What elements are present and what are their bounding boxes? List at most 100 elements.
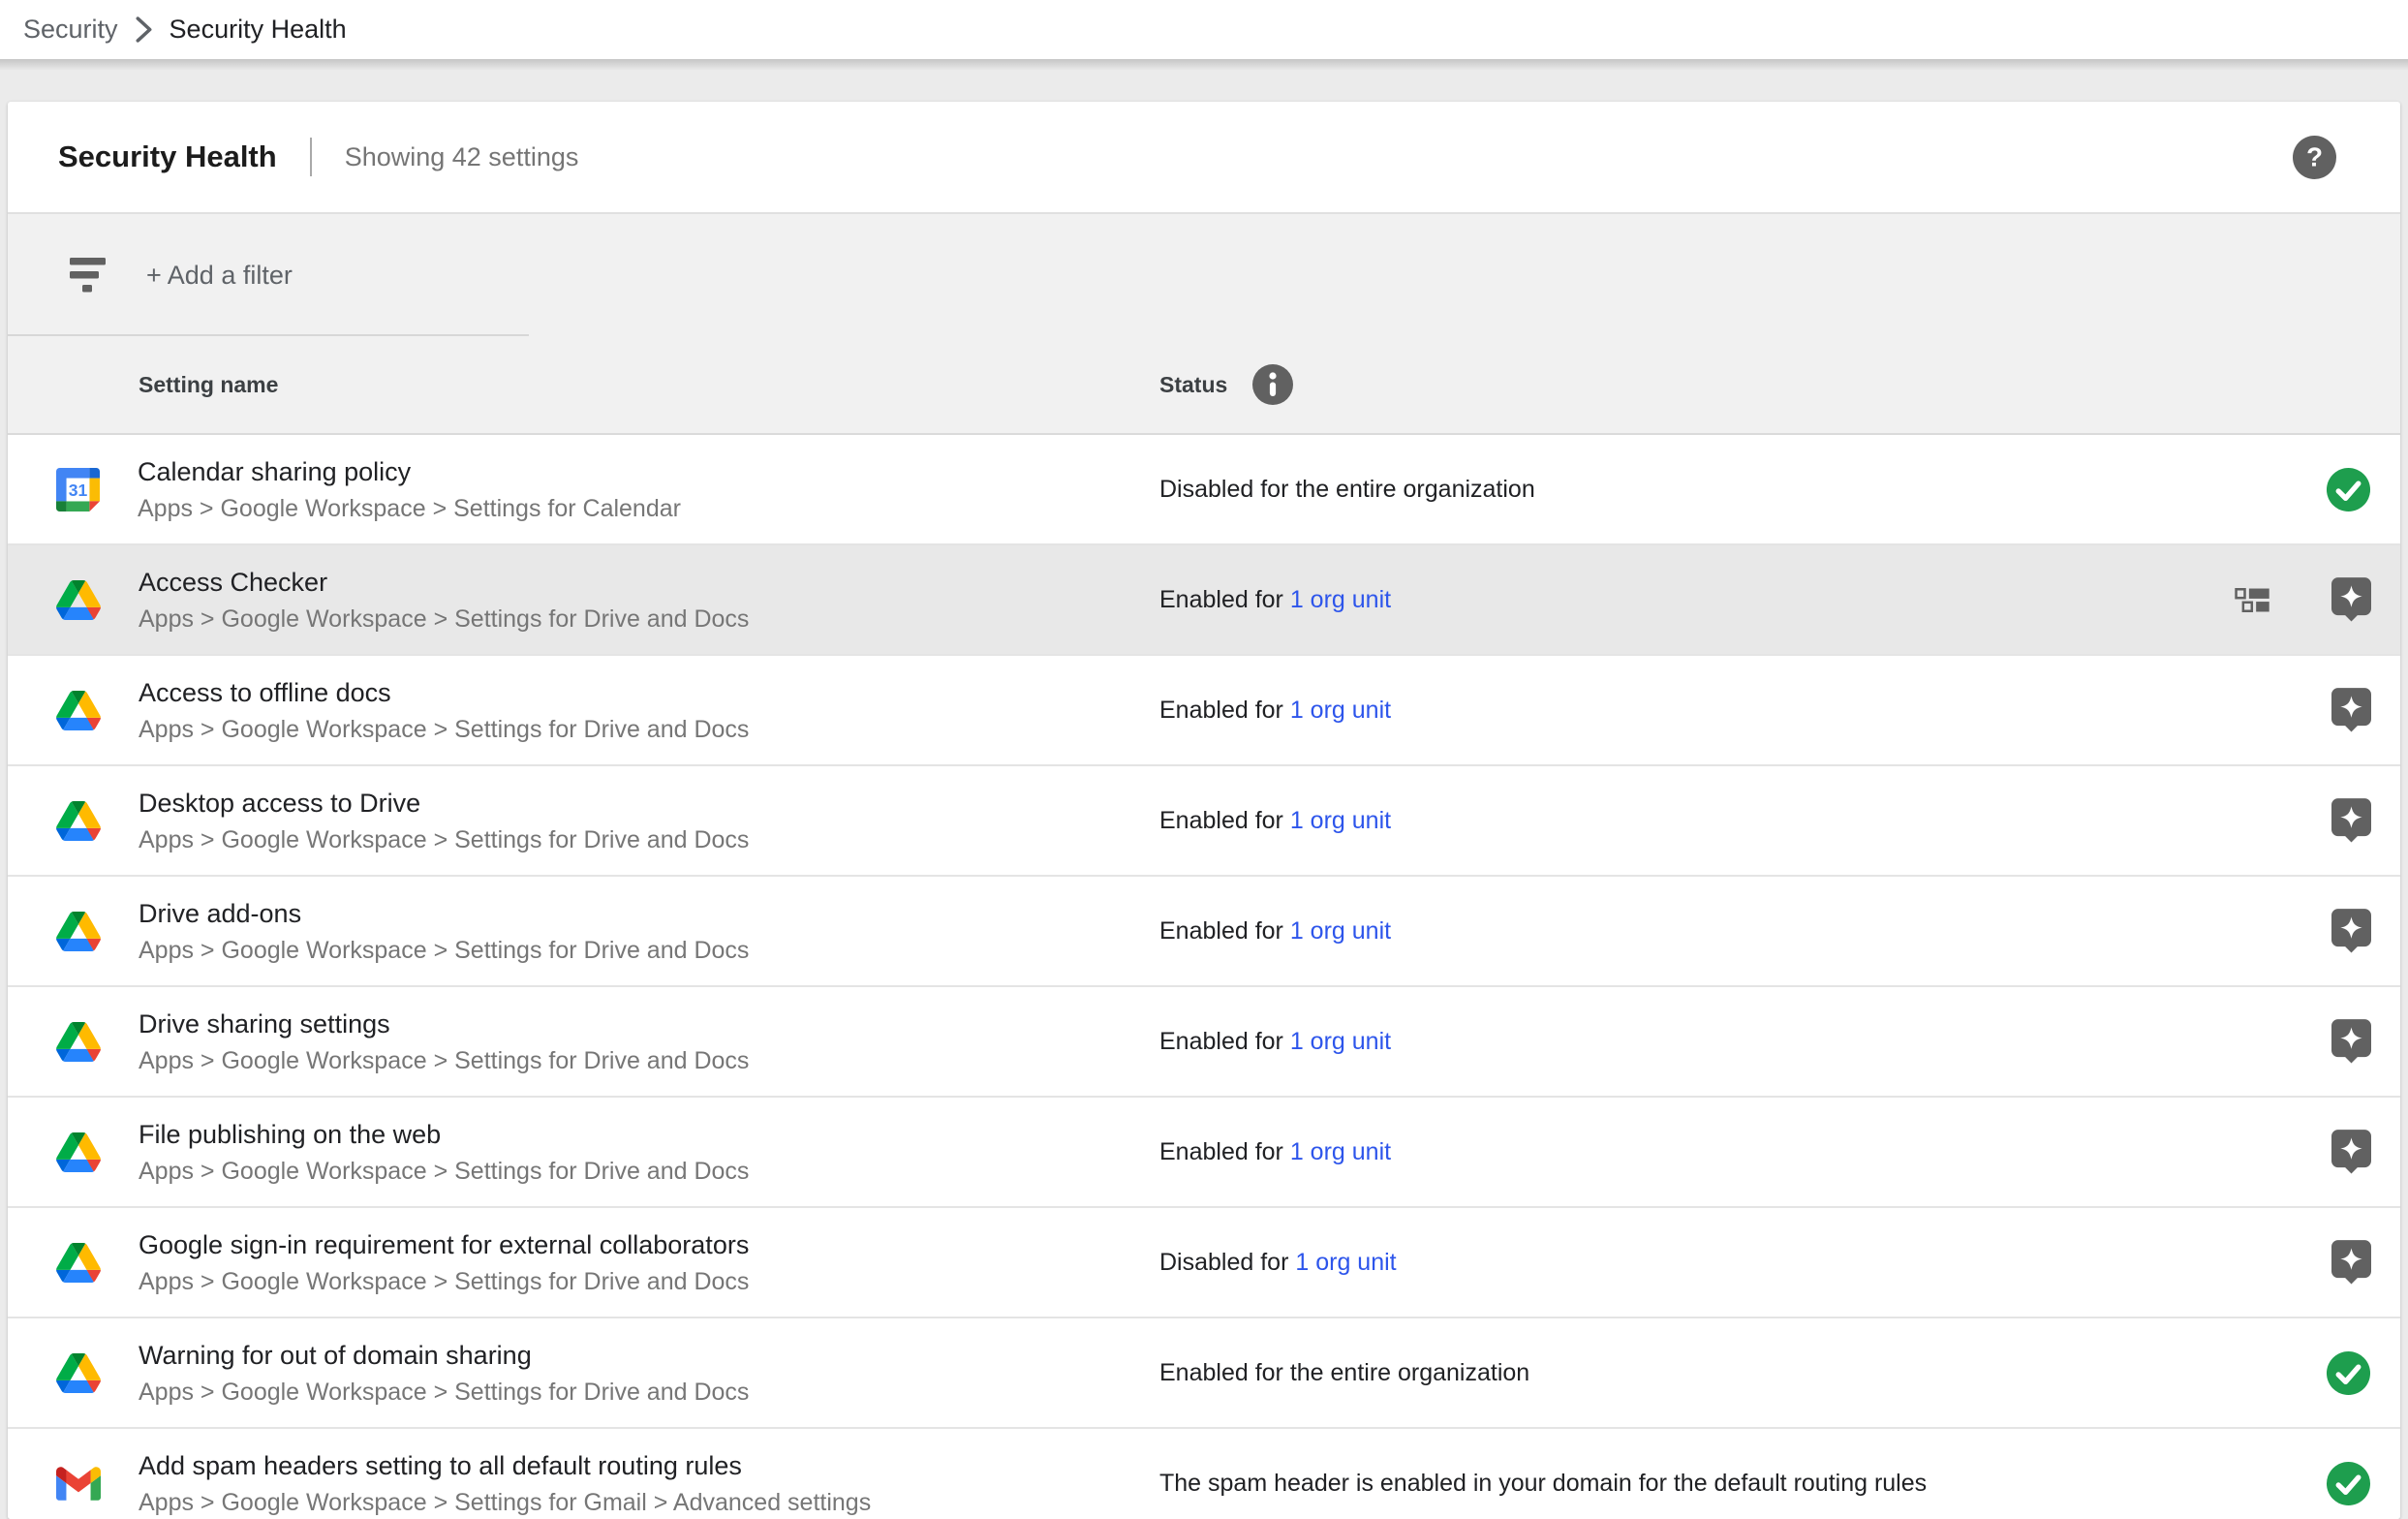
status-ok-icon [2326, 1350, 2371, 1396]
recommendation-badge-icon[interactable] [2331, 1130, 2371, 1175]
org-unit-link[interactable]: 1 org unit [1290, 807, 1391, 834]
setting-name: Add spam headers setting to all default … [139, 1447, 871, 1485]
setting-name: Google sign-in requirement for external … [139, 1226, 749, 1264]
setting-cell: Access Checker Apps > Google Workspace >… [8, 564, 1159, 636]
setting-path: Apps > Google Workspace > Settings for G… [139, 1485, 871, 1519]
setting-cell: File publishing on the web Apps > Google… [8, 1116, 1159, 1189]
google-drive-icon [56, 1243, 101, 1283]
header-divider [310, 138, 312, 176]
table-row[interactable]: Drive add-ons Apps > Google Workspace > … [8, 877, 2400, 987]
settings-list: Calendar sharing policy Apps > Google Wo… [8, 435, 2400, 1519]
status-cell: Disabled for the entire organization [1159, 476, 2148, 504]
status-text: Enabled for [1159, 697, 1290, 724]
row-trailing-icons [2148, 1461, 2371, 1506]
column-setting-name: Setting name [8, 372, 1159, 398]
add-filter-button[interactable]: + Add a filter [146, 261, 293, 291]
status-text: Enabled for [1159, 586, 1290, 613]
status-ok-icon [2326, 1461, 2371, 1506]
setting-cell: Calendar sharing policy Apps > Google Wo… [8, 453, 1159, 526]
recommendation-badge-icon[interactable] [2331, 798, 2371, 844]
gmail-icon [56, 1467, 101, 1501]
setting-cell: Drive add-ons Apps > Google Workspace > … [8, 895, 1159, 968]
setting-path: Apps > Google Workspace > Settings for D… [139, 933, 749, 968]
setting-name: Access to offline docs [139, 674, 749, 712]
recommendation-badge-icon[interactable] [2331, 1019, 2371, 1065]
setting-path: Apps > Google Workspace > Settings for D… [139, 822, 749, 857]
org-unit-link[interactable]: 1 org unit [1295, 1249, 1396, 1276]
status-text: Enabled for [1159, 807, 1290, 834]
table-row[interactable]: Google sign-in requirement for external … [8, 1208, 2400, 1318]
setting-path: Apps > Google Workspace > Settings for D… [139, 1154, 749, 1189]
row-trailing-icons [2148, 577, 2371, 623]
setting-path: Apps > Google Workspace > Settings for D… [139, 1375, 749, 1410]
table-header: Setting name Status [8, 336, 2400, 435]
setting-name: Drive add-ons [139, 895, 749, 933]
breadcrumb-current: Security Health [170, 15, 347, 45]
org-units-icon[interactable] [2235, 588, 2269, 612]
filter-bar: + Add a filter [8, 214, 2400, 336]
status-text: Enabled for [1159, 1138, 1290, 1165]
chevron-right-icon [134, 16, 154, 44]
row-trailing-icons [2148, 1240, 2371, 1286]
status-cell: Enabled for 1 org unit [1159, 697, 2148, 725]
table-row[interactable]: File publishing on the web Apps > Google… [8, 1098, 2400, 1208]
table-row[interactable]: Drive sharing settings Apps > Google Wor… [8, 987, 2400, 1098]
setting-cell: Warning for out of domain sharing Apps >… [8, 1337, 1159, 1410]
status-cell: Enabled for 1 org unit [1159, 586, 2148, 614]
google-drive-icon [56, 1022, 101, 1062]
status-cell: Enabled for 1 org unit [1159, 1028, 2148, 1056]
status-cell: Enabled for the entire organization [1159, 1359, 2148, 1387]
table-row[interactable]: Desktop access to Drive Apps > Google Wo… [8, 766, 2400, 877]
help-icon[interactable] [2293, 136, 2336, 179]
filter-icon [70, 258, 107, 293]
status-text: Disabled for the entire organization [1159, 476, 1535, 503]
table-row[interactable]: Warning for out of domain sharing Apps >… [8, 1318, 2400, 1429]
status-cell: Enabled for 1 org unit [1159, 1138, 2148, 1166]
google-drive-icon [56, 580, 101, 620]
security-health-card: Security Health Showing 42 settings + Ad… [8, 102, 2400, 1519]
row-trailing-icons [2148, 909, 2371, 954]
row-trailing-icons [2148, 1019, 2371, 1065]
setting-cell: Drive sharing settings Apps > Google Wor… [8, 1006, 1159, 1078]
setting-name: Desktop access to Drive [139, 785, 749, 822]
row-trailing-icons [2148, 1350, 2371, 1396]
setting-path: Apps > Google Workspace > Settings for C… [138, 491, 681, 526]
status-cell: Disabled for 1 org unit [1159, 1249, 2148, 1277]
setting-cell: Google sign-in requirement for external … [8, 1226, 1159, 1299]
card-header: Security Health Showing 42 settings [8, 102, 2400, 214]
table-row[interactable]: Access Checker Apps > Google Workspace >… [8, 545, 2400, 656]
recommendation-badge-icon[interactable] [2331, 688, 2371, 733]
setting-cell: Access to offline docs Apps > Google Wor… [8, 674, 1159, 747]
status-text: Disabled for [1159, 1249, 1295, 1276]
recommendation-badge-icon[interactable] [2331, 909, 2371, 954]
table-row[interactable]: Access to offline docs Apps > Google Wor… [8, 656, 2400, 766]
recommendation-badge-icon[interactable] [2331, 1240, 2371, 1286]
org-unit-link[interactable]: 1 org unit [1290, 1138, 1391, 1165]
status-text: Enabled for [1159, 917, 1290, 945]
org-unit-link[interactable]: 1 org unit [1290, 586, 1391, 613]
status-cell: Enabled for 1 org unit [1159, 807, 2148, 835]
page-title: Security Health [58, 140, 277, 174]
table-row[interactable]: Add spam headers setting to all default … [8, 1429, 2400, 1519]
topbar-shadow [0, 59, 2408, 71]
org-unit-link[interactable]: 1 org unit [1290, 697, 1391, 724]
table-row[interactable]: Calendar sharing policy Apps > Google Wo… [8, 435, 2400, 545]
status-cell: Enabled for 1 org unit [1159, 917, 2148, 946]
settings-count: Showing 42 settings [345, 142, 579, 172]
google-drive-icon [56, 801, 101, 841]
google-drive-icon [56, 1132, 101, 1172]
setting-name: Warning for out of domain sharing [139, 1337, 749, 1375]
setting-name: Access Checker [139, 564, 749, 602]
setting-path: Apps > Google Workspace > Settings for D… [139, 712, 749, 747]
status-text: The spam header is enabled in your domai… [1159, 1470, 1927, 1497]
org-unit-link[interactable]: 1 org unit [1290, 917, 1391, 945]
setting-path: Apps > Google Workspace > Settings for D… [139, 602, 749, 636]
org-unit-link[interactable]: 1 org unit [1290, 1028, 1391, 1055]
info-icon[interactable] [1252, 364, 1293, 405]
status-cell: The spam header is enabled in your domai… [1159, 1470, 2148, 1498]
status-text: Enabled for the entire organization [1159, 1359, 1529, 1386]
recommendation-badge-icon[interactable] [2331, 577, 2371, 623]
google-calendar-icon [56, 468, 100, 512]
breadcrumb-parent-link[interactable]: Security [23, 15, 118, 45]
row-trailing-icons [2148, 688, 2371, 733]
